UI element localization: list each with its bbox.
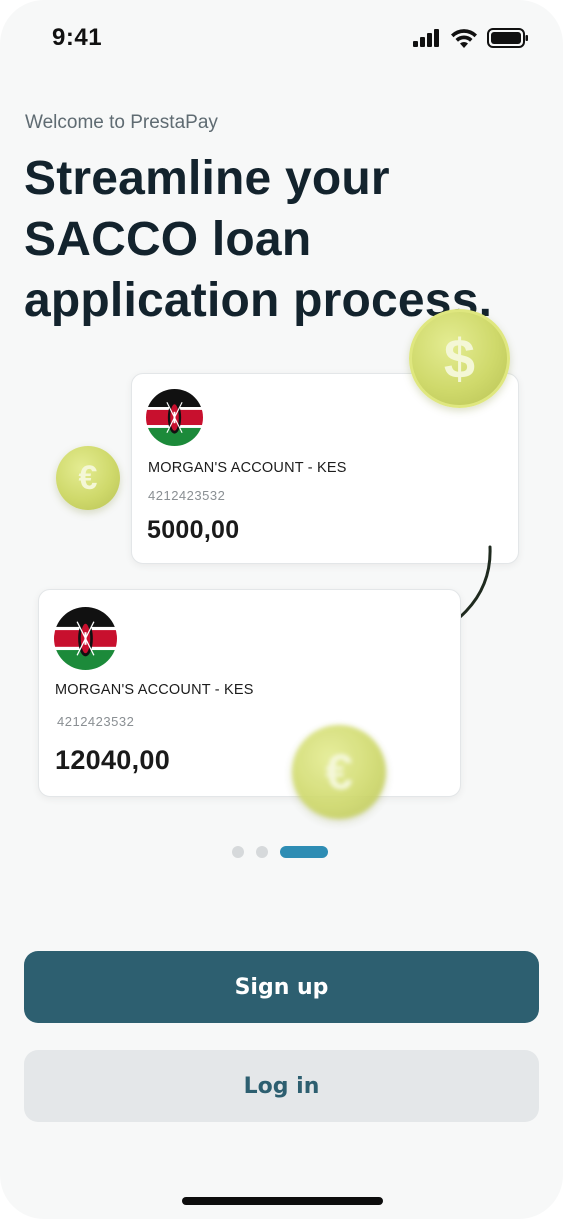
status-time: 9:41 [52,24,103,51]
account-balance: 12040,00 [55,745,171,775]
kenya-flag-icon [146,389,203,446]
sign-up-button[interactable]: Sign up [24,951,539,1023]
dollar-coin-icon: $ [409,309,510,408]
status-icons [413,28,529,48]
pagination-dot[interactable] [256,846,268,858]
account-balance: 5000,00 [147,516,240,544]
euro-coin-icon: € [56,446,120,510]
account-name: MORGAN'S ACCOUNT - KES [55,682,254,698]
pagination-dot[interactable] [232,846,244,858]
status-bar: 9:41 [0,0,563,80]
account-number: 4212423532 [148,488,226,503]
kenya-flag-icon [54,607,117,670]
wifi-icon [451,28,477,48]
account-number: 4212423532 [57,714,135,729]
cellular-signal-icon [413,29,439,47]
home-indicator[interactable] [182,1197,383,1205]
pagination-dots [232,846,328,858]
log-in-button[interactable]: Log in [24,1050,539,1122]
onboarding-screen: 9:41 Welcome to PrestaPay Streamline you… [0,0,563,1219]
headline: Streamline your SACCO loan application p… [24,152,493,327]
welcome-text: Welcome to PrestaPay [25,112,218,133]
account-name: MORGAN'S ACCOUNT - KES [148,460,347,476]
battery-icon [487,28,528,48]
euro-coin-icon: € [292,725,386,819]
pagination-dot-active[interactable] [280,846,328,858]
account-card-secondary: MORGAN'S ACCOUNT - KES 4212423532 12040,… [38,589,461,797]
